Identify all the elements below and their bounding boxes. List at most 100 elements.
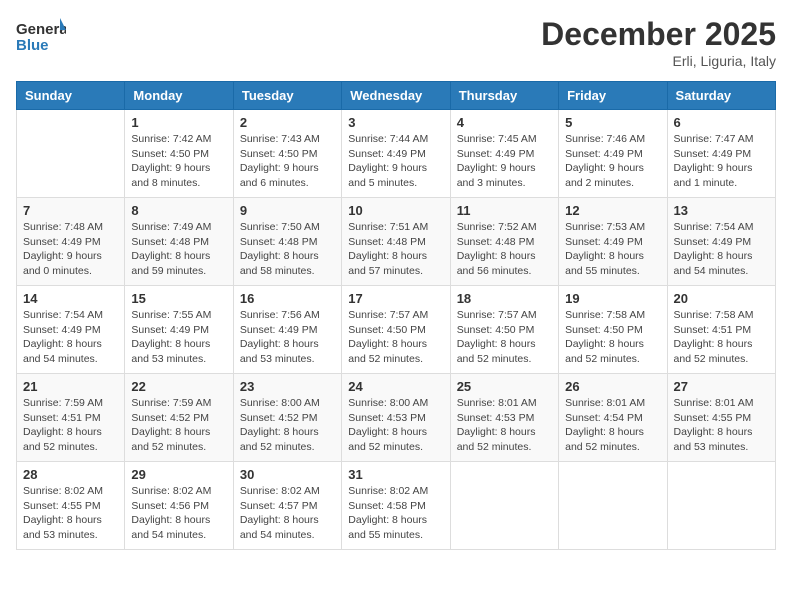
day-number: 30 <box>240 467 335 482</box>
calendar-cell: 16 Sunrise: 7:56 AMSunset: 4:49 PMDayligh… <box>233 286 341 374</box>
day-number: 28 <box>23 467 118 482</box>
day-info: Sunrise: 8:00 AMSunset: 4:53 PMDaylight:… <box>348 396 443 455</box>
day-info: Sunrise: 7:42 AMSunset: 4:50 PMDaylight:… <box>131 132 226 191</box>
calendar-cell: 21 Sunrise: 7:59 AMSunset: 4:51 PMDayligh… <box>17 374 125 462</box>
calendar-cell: 17 Sunrise: 7:57 AMSunset: 4:50 PMDayligh… <box>342 286 450 374</box>
logo-svg: General Blue <box>16 16 66 60</box>
day-number: 1 <box>131 115 226 130</box>
weekday-header-monday: Monday <box>125 82 233 110</box>
day-info: Sunrise: 7:50 AMSunset: 4:48 PMDaylight:… <box>240 220 335 279</box>
day-info: Sunrise: 7:54 AMSunset: 4:49 PMDaylight:… <box>674 220 769 279</box>
day-number: 10 <box>348 203 443 218</box>
day-info: Sunrise: 8:01 AMSunset: 4:55 PMDaylight:… <box>674 396 769 455</box>
calendar-cell: 15Sunrise: 7:55 AMSunset: 4:49 PMDayligh… <box>125 286 233 374</box>
calendar-cell <box>559 462 667 550</box>
calendar-cell: 23 Sunrise: 8:00 AMSunset: 4:52 PMDayligh… <box>233 374 341 462</box>
calendar-cell <box>17 110 125 198</box>
day-number: 26 <box>565 379 660 394</box>
day-info: Sunrise: 8:01 AMSunset: 4:54 PMDaylight:… <box>565 396 660 455</box>
calendar-cell: 3 Sunrise: 7:44 AMSunset: 4:49 PMDaylight… <box>342 110 450 198</box>
day-number: 17 <box>348 291 443 306</box>
location-title: Erli, Liguria, Italy <box>541 53 776 69</box>
calendar-cell: 28Sunrise: 8:02 AMSunset: 4:55 PMDayligh… <box>17 462 125 550</box>
calendar-cell <box>450 462 558 550</box>
day-info: Sunrise: 7:47 AMSunset: 4:49 PMDaylight:… <box>674 132 769 191</box>
day-info: Sunrise: 7:49 AMSunset: 4:48 PMDaylight:… <box>131 220 226 279</box>
day-number: 15 <box>131 291 226 306</box>
day-info: Sunrise: 7:58 AMSunset: 4:51 PMDaylight:… <box>674 308 769 367</box>
calendar-cell: 26 Sunrise: 8:01 AMSunset: 4:54 PMDayligh… <box>559 374 667 462</box>
logo: General Blue <box>16 16 66 60</box>
calendar-cell <box>667 462 775 550</box>
weekday-header-row: SundayMondayTuesdayWednesdayThursdayFrid… <box>17 82 776 110</box>
week-row-5: 28Sunrise: 8:02 AMSunset: 4:55 PMDayligh… <box>17 462 776 550</box>
day-number: 16 <box>240 291 335 306</box>
day-number: 29 <box>131 467 226 482</box>
day-info: Sunrise: 7:43 AMSunset: 4:50 PMDaylight:… <box>240 132 335 191</box>
day-number: 18 <box>457 291 552 306</box>
header: General Blue December 2025 Erli, Liguria… <box>16 16 776 69</box>
calendar-cell: 20 Sunrise: 7:58 AMSunset: 4:51 PMDayligh… <box>667 286 775 374</box>
day-number: 19 <box>565 291 660 306</box>
day-number: 12 <box>565 203 660 218</box>
calendar-cell: 24 Sunrise: 8:00 AMSunset: 4:53 PMDayligh… <box>342 374 450 462</box>
day-info: Sunrise: 8:00 AMSunset: 4:52 PMDaylight:… <box>240 396 335 455</box>
day-number: 25 <box>457 379 552 394</box>
day-info: Sunrise: 8:02 AMSunset: 4:56 PMDaylight:… <box>131 484 226 543</box>
calendar-cell: 31 Sunrise: 8:02 AMSunset: 4:58 PMDayligh… <box>342 462 450 550</box>
day-info: Sunrise: 7:45 AMSunset: 4:49 PMDaylight:… <box>457 132 552 191</box>
calendar-cell: 14 Sunrise: 7:54 AMSunset: 4:49 PMDayligh… <box>17 286 125 374</box>
day-number: 20 <box>674 291 769 306</box>
weekday-header-wednesday: Wednesday <box>342 82 450 110</box>
svg-text:Blue: Blue <box>16 37 49 54</box>
calendar-cell: 29 Sunrise: 8:02 AMSunset: 4:56 PMDayligh… <box>125 462 233 550</box>
calendar-cell: 9 Sunrise: 7:50 AMSunset: 4:48 PMDaylight… <box>233 198 341 286</box>
day-info: Sunrise: 7:56 AMSunset: 4:49 PMDaylight:… <box>240 308 335 367</box>
day-number: 3 <box>348 115 443 130</box>
day-number: 14 <box>23 291 118 306</box>
calendar-cell: 5Sunrise: 7:46 AMSunset: 4:49 PMDaylight… <box>559 110 667 198</box>
day-number: 6 <box>674 115 769 130</box>
day-info: Sunrise: 8:02 AMSunset: 4:58 PMDaylight:… <box>348 484 443 543</box>
day-number: 9 <box>240 203 335 218</box>
calendar-cell: 18 Sunrise: 7:57 AMSunset: 4:50 PMDayligh… <box>450 286 558 374</box>
day-info: Sunrise: 7:59 AMSunset: 4:52 PMDaylight:… <box>131 396 226 455</box>
week-row-2: 7Sunrise: 7:48 AMSunset: 4:49 PMDaylight… <box>17 198 776 286</box>
day-info: Sunrise: 8:02 AMSunset: 4:57 PMDaylight:… <box>240 484 335 543</box>
weekday-header-thursday: Thursday <box>450 82 558 110</box>
day-info: Sunrise: 7:44 AMSunset: 4:49 PMDaylight:… <box>348 132 443 191</box>
day-info: Sunrise: 7:57 AMSunset: 4:50 PMDaylight:… <box>348 308 443 367</box>
day-info: Sunrise: 7:59 AMSunset: 4:51 PMDaylight:… <box>23 396 118 455</box>
weekday-header-friday: Friday <box>559 82 667 110</box>
day-number: 24 <box>348 379 443 394</box>
day-number: 4 <box>457 115 552 130</box>
calendar-cell: 30 Sunrise: 8:02 AMSunset: 4:57 PMDayligh… <box>233 462 341 550</box>
day-info: Sunrise: 7:52 AMSunset: 4:48 PMDaylight:… <box>457 220 552 279</box>
day-info: Sunrise: 7:58 AMSunset: 4:50 PMDaylight:… <box>565 308 660 367</box>
day-info: Sunrise: 7:54 AMSunset: 4:49 PMDaylight:… <box>23 308 118 367</box>
weekday-header-tuesday: Tuesday <box>233 82 341 110</box>
weekday-header-sunday: Sunday <box>17 82 125 110</box>
calendar-cell: 25Sunrise: 8:01 AMSunset: 4:53 PMDayligh… <box>450 374 558 462</box>
month-title: December 2025 <box>541 16 776 53</box>
day-number: 2 <box>240 115 335 130</box>
day-number: 8 <box>131 203 226 218</box>
week-row-1: 1 Sunrise: 7:42 AMSunset: 4:50 PMDaylight… <box>17 110 776 198</box>
calendar-cell: 7Sunrise: 7:48 AMSunset: 4:49 PMDaylight… <box>17 198 125 286</box>
day-info: Sunrise: 7:57 AMSunset: 4:50 PMDaylight:… <box>457 308 552 367</box>
week-row-3: 14 Sunrise: 7:54 AMSunset: 4:49 PMDayligh… <box>17 286 776 374</box>
calendar-cell: 19 Sunrise: 7:58 AMSunset: 4:50 PMDayligh… <box>559 286 667 374</box>
calendar-table: SundayMondayTuesdayWednesdayThursdayFrid… <box>16 81 776 550</box>
weekday-header-saturday: Saturday <box>667 82 775 110</box>
day-number: 23 <box>240 379 335 394</box>
svg-text:General: General <box>16 21 66 38</box>
week-row-4: 21 Sunrise: 7:59 AMSunset: 4:51 PMDayligh… <box>17 374 776 462</box>
calendar-cell: 1 Sunrise: 7:42 AMSunset: 4:50 PMDaylight… <box>125 110 233 198</box>
day-number: 31 <box>348 467 443 482</box>
calendar-cell: 13 Sunrise: 7:54 AMSunset: 4:49 PMDayligh… <box>667 198 775 286</box>
day-number: 21 <box>23 379 118 394</box>
day-info: Sunrise: 7:51 AMSunset: 4:48 PMDaylight:… <box>348 220 443 279</box>
day-number: 13 <box>674 203 769 218</box>
day-number: 5 <box>565 115 660 130</box>
day-info: Sunrise: 7:48 AMSunset: 4:49 PMDaylight:… <box>23 220 118 279</box>
